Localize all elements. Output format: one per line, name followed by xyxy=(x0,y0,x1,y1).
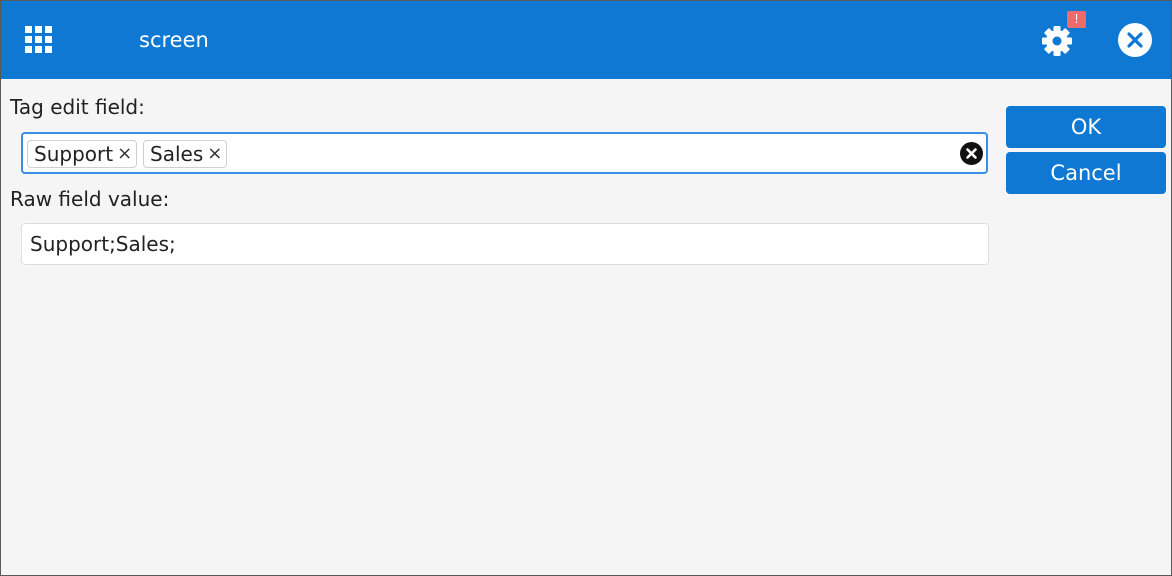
raw-field-value[interactable]: Support;Sales; xyxy=(21,223,989,265)
tag-field-label: Tag edit field: xyxy=(10,95,145,119)
apps-menu-button[interactable] xyxy=(25,26,55,56)
tag-edit-field[interactable]: Support × Sales × xyxy=(21,132,988,174)
tag-remove-button[interactable]: × xyxy=(207,141,222,167)
title-bar: screen ! xyxy=(1,1,1171,79)
ok-button[interactable]: OK xyxy=(1006,106,1166,148)
tag-chip: Support × xyxy=(27,140,138,168)
close-icon xyxy=(1127,32,1143,48)
cancel-button[interactable]: Cancel xyxy=(1006,152,1166,194)
raw-field-label: Raw field value: xyxy=(10,187,170,211)
close-button[interactable] xyxy=(1118,23,1152,57)
tag-chip: Sales × xyxy=(143,140,228,168)
tag-label: Sales xyxy=(150,142,204,166)
clear-tags-button[interactable] xyxy=(960,142,983,165)
dialog-window: screen ! Tag edit field: Support × Sales… xyxy=(0,0,1172,576)
tag-remove-button[interactable]: × xyxy=(117,141,132,167)
tag-label: Support xyxy=(34,142,114,166)
notification-badge: ! xyxy=(1067,11,1086,28)
window-title: screen xyxy=(139,28,209,52)
clear-icon xyxy=(966,148,977,159)
